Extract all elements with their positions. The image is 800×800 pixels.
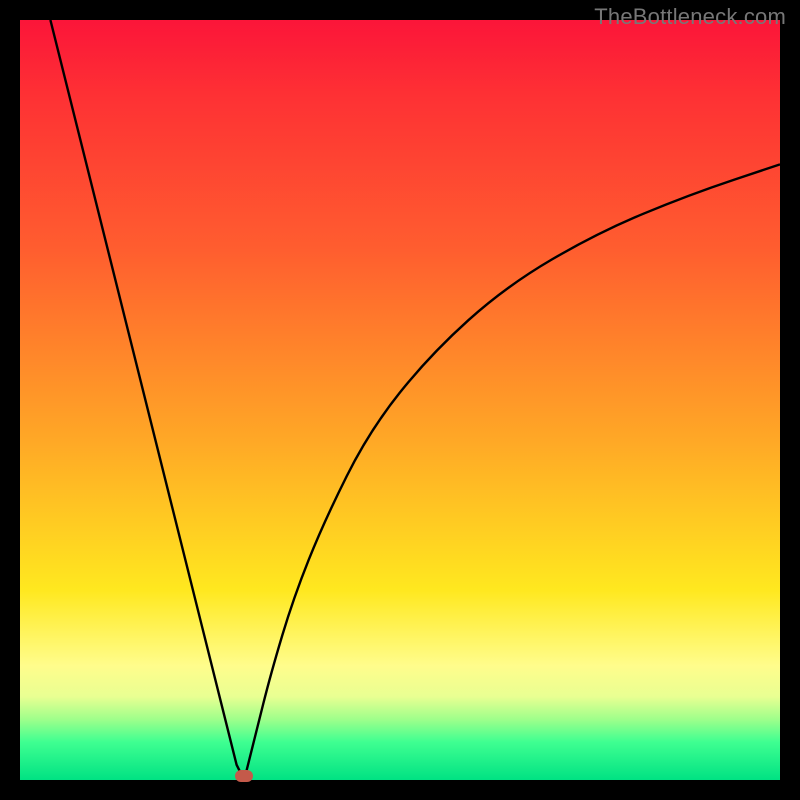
curve-svg [20,20,780,780]
chart-frame: TheBottleneck.com [0,0,800,800]
minimum-marker [235,770,253,782]
watermark-text: TheBottleneck.com [594,4,786,30]
bottleneck-curve-path [50,20,780,780]
